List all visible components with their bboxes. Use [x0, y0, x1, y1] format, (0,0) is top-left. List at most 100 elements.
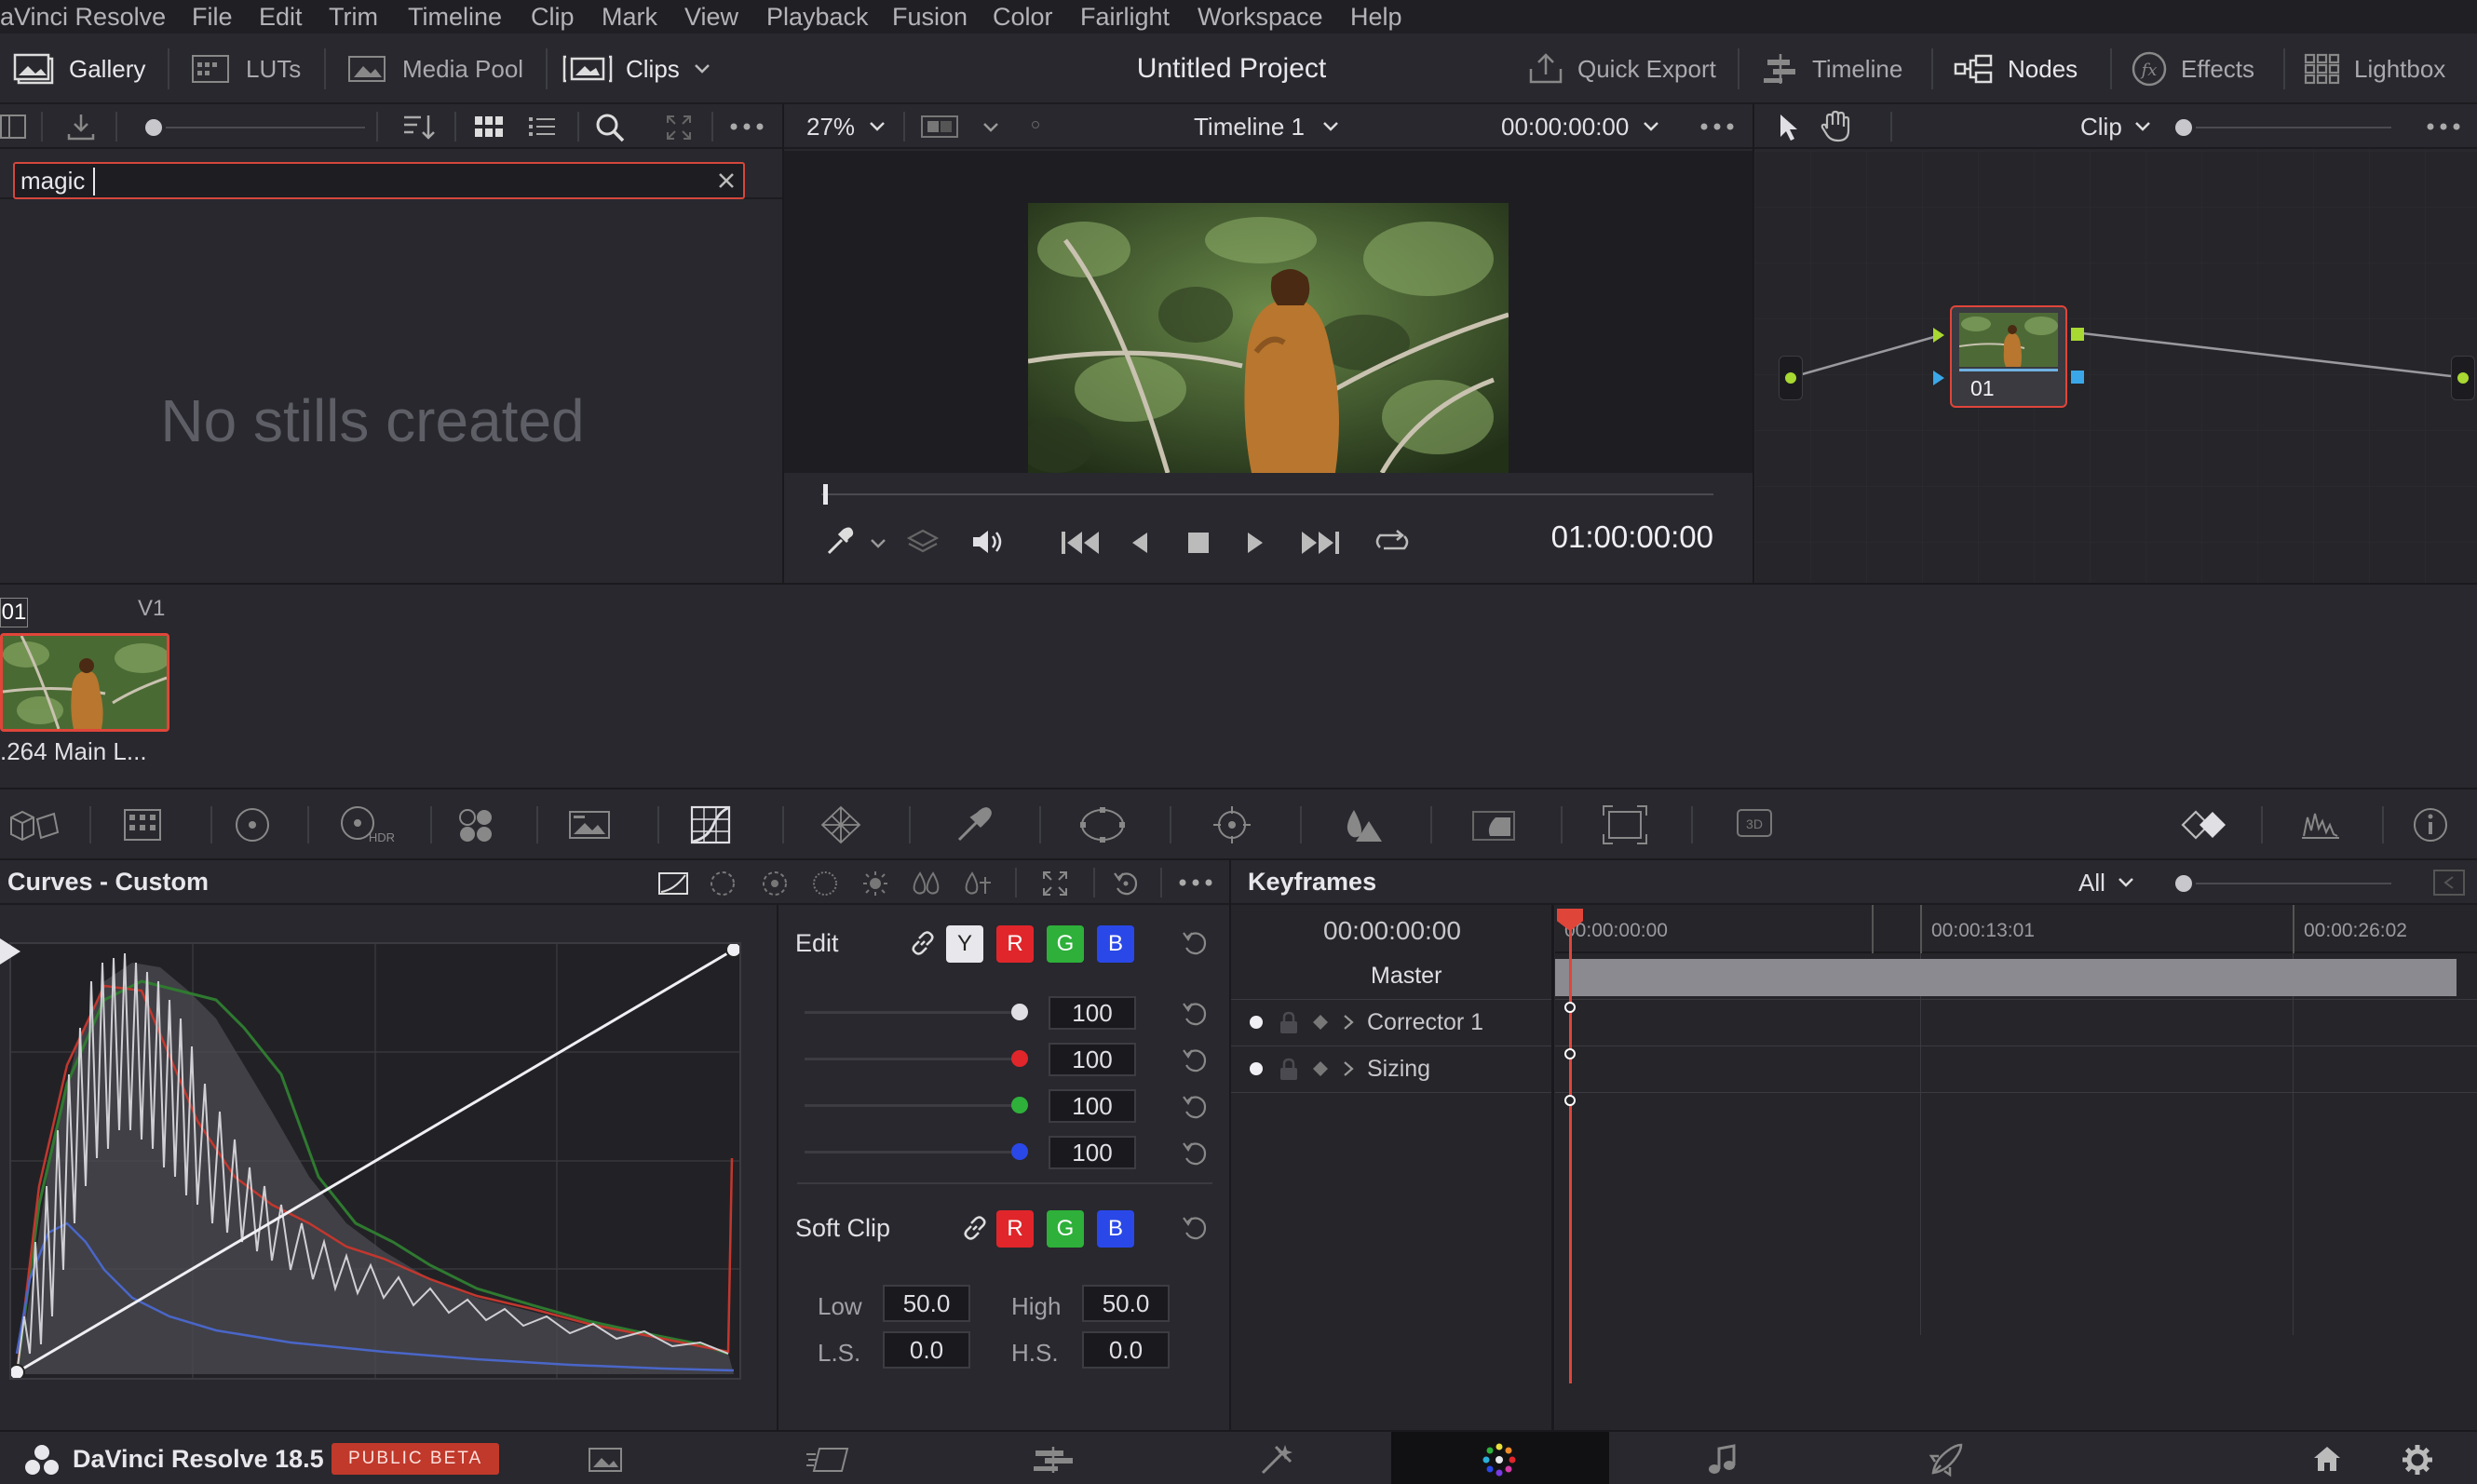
node-rgb-output[interactable]	[2071, 328, 2084, 341]
sort-icon[interactable]	[400, 112, 438, 142]
intensity-slider-r[interactable]	[805, 1050, 1028, 1069]
loop-icon[interactable]	[1373, 527, 1412, 557]
3d-icon[interactable]: 3D	[1736, 808, 1773, 838]
motion-effects-icon[interactable]	[566, 806, 613, 843]
skip-to-start-icon[interactable]	[1060, 529, 1101, 557]
scopes-icon[interactable]	[2300, 808, 2341, 842]
zoom-dropdown[interactable]: 27%	[806, 104, 887, 149]
rgb-mixer-icon[interactable]	[456, 806, 499, 843]
menu-fairlight[interactable]: Fairlight	[1080, 0, 1170, 34]
keyframe-diamond-icon[interactable]	[1311, 1059, 1330, 1078]
timecode-selector[interactable]: 00:00:00:00	[1501, 104, 1660, 149]
output-node[interactable]	[2451, 356, 2475, 400]
reset-g-icon[interactable]	[1181, 1093, 1209, 1121]
play-icon[interactable]	[1244, 531, 1266, 555]
intensity-slider-b[interactable]	[805, 1143, 1028, 1162]
list-view-icon[interactable]	[527, 114, 557, 140]
channel-y-button[interactable]: Y	[946, 925, 983, 963]
reset-icon[interactable]	[1112, 870, 1140, 897]
lock-icon[interactable]	[1278, 1058, 1300, 1082]
soft-clip-b-button[interactable]: B	[1097, 1210, 1134, 1248]
viewer-canvas[interactable]	[784, 151, 1753, 473]
chevron-right-icon[interactable]	[1341, 1013, 1356, 1032]
home-icon[interactable]	[2311, 1445, 2343, 1473]
high-field[interactable]: 50.0	[1082, 1285, 1170, 1322]
nodes-button[interactable]: Nodes	[1954, 34, 2078, 104]
output-port[interactable]	[2456, 371, 2470, 385]
camera-raw-icon[interactable]	[7, 806, 61, 843]
intensity-slider-y[interactable]	[805, 1004, 1028, 1022]
keyframe-timeline[interactable]	[1555, 953, 2477, 1430]
sizing-icon[interactable]	[1602, 804, 1648, 845]
fairlight-page-icon[interactable]	[1706, 1443, 1739, 1477]
hue-vs-lum-icon[interactable]	[810, 870, 840, 897]
node-graph[interactable]: 01	[1754, 151, 2477, 583]
stop-icon[interactable]	[1186, 531, 1211, 555]
sat-vs-lum-icon[interactable]	[961, 870, 993, 897]
primaries-wheel-icon[interactable]	[233, 806, 272, 843]
more-options-icon[interactable]	[1177, 871, 1214, 894]
menu-clip[interactable]: Clip	[531, 0, 575, 34]
hue-vs-hue-icon[interactable]	[708, 870, 738, 897]
edit-page-icon[interactable]	[1032, 1445, 1075, 1475]
menu-playback[interactable]: Playback	[766, 0, 869, 34]
lum-vs-sat-icon[interactable]	[860, 870, 890, 897]
reset-y-icon[interactable]	[1181, 1000, 1209, 1028]
node-zoom-slider[interactable]	[2175, 117, 2391, 136]
thumbnail-size-slider[interactable]	[145, 117, 365, 136]
luts-button[interactable]: LUTs	[190, 34, 301, 104]
keyframes-zoom-slider[interactable]	[2175, 873, 2391, 892]
keyframes-panel-icon[interactable]	[2179, 808, 2229, 842]
intensity-g-field[interactable]: 100	[1049, 1089, 1136, 1123]
channel-b-button[interactable]: B	[1097, 925, 1134, 963]
more-options-icon[interactable]	[2425, 115, 2462, 138]
timeline-panel-button[interactable]: Timeline	[1762, 34, 1902, 104]
collapse-panel-icon[interactable]	[2432, 868, 2466, 897]
channel-r-button[interactable]: R	[996, 925, 1034, 963]
input-node[interactable]	[1779, 356, 1803, 400]
sat-vs-sat-icon[interactable]	[911, 870, 942, 897]
input-port[interactable]	[1783, 371, 1798, 385]
keyframe-diamond-icon[interactable]	[1311, 1013, 1330, 1032]
menu-view[interactable]: View	[684, 0, 738, 34]
cut-page-icon[interactable]	[805, 1445, 853, 1475]
clear-search-icon[interactable]	[715, 169, 738, 192]
reset-r-icon[interactable]	[1181, 1046, 1209, 1074]
corrector-node[interactable]: 01	[1950, 305, 2067, 408]
link-icon[interactable]	[909, 929, 937, 957]
menu-edit[interactable]: Edit	[259, 0, 303, 34]
ls-field[interactable]: 0.0	[883, 1331, 970, 1369]
menu-help[interactable]: Help	[1350, 0, 1402, 34]
reset-soft-clip-icon[interactable]	[1181, 1214, 1209, 1242]
keyframe-playhead[interactable]	[1557, 909, 1585, 1411]
more-options-icon[interactable]	[1699, 115, 1736, 138]
intensity-y-field[interactable]: 100	[1049, 996, 1136, 1030]
quick-export-button[interactable]: Quick Export	[1527, 34, 1716, 104]
grid-view-icon[interactable]	[473, 114, 505, 140]
media-page-icon[interactable]	[587, 1445, 624, 1475]
lightbox-button[interactable]: Lightbox	[2304, 34, 2445, 104]
custom-curve-icon[interactable]	[657, 871, 689, 896]
effects-button[interactable]: fx Effects	[2131, 34, 2254, 104]
intensity-r-field[interactable]: 100	[1049, 1043, 1136, 1076]
soft-clip-g-button[interactable]: G	[1047, 1210, 1084, 1248]
blur-icon[interactable]	[1341, 804, 1384, 845]
fusion-page-icon[interactable]	[1257, 1443, 1298, 1477]
node-rgb-input[interactable]	[1933, 328, 1944, 343]
clips-dropdown[interactable]: Clips	[562, 34, 711, 104]
pointer-icon[interactable]	[1777, 112, 1801, 143]
hs-field[interactable]: 0.0	[1082, 1331, 1170, 1369]
menu-trim[interactable]: Trim	[329, 0, 378, 34]
hand-icon[interactable]	[1820, 110, 1851, 143]
chevron-down-icon[interactable]	[870, 538, 887, 549]
low-field[interactable]: 50.0	[883, 1285, 970, 1322]
curves-icon[interactable]	[689, 804, 732, 845]
master-track-bar[interactable]	[1555, 959, 2457, 996]
grab-still-icon[interactable]	[65, 112, 97, 142]
link-icon[interactable]	[961, 1214, 989, 1242]
more-options-icon[interactable]	[728, 115, 765, 138]
node-mode-dropdown[interactable]: Clip	[2080, 104, 2152, 149]
info-icon[interactable]	[2412, 806, 2449, 843]
color-picker-icon[interactable]	[823, 525, 855, 557]
media-pool-button[interactable]: Media Pool	[346, 34, 523, 104]
